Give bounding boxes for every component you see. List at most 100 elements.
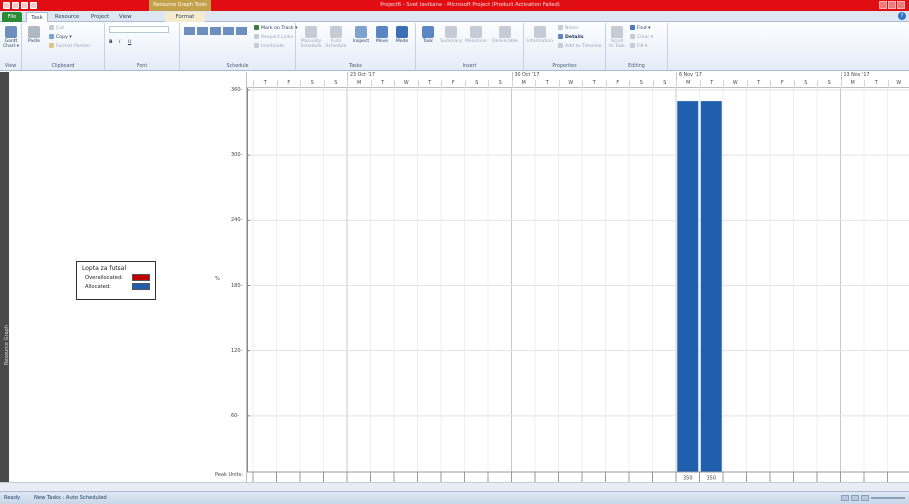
tab-format[interactable]: Format xyxy=(165,12,205,22)
minimize-button[interactable] xyxy=(879,1,887,9)
tab-resource[interactable]: Resource xyxy=(52,12,82,22)
zoom-slider[interactable] xyxy=(871,497,905,499)
clear-button[interactable]: Clear ▾ xyxy=(630,34,653,40)
timescale-day: F xyxy=(441,80,465,88)
fill-button[interactable]: Fill ▾ xyxy=(630,43,647,49)
view-bar[interactable]: Resource Graph xyxy=(0,72,10,482)
peak-units-row xyxy=(247,472,909,482)
bold-button[interactable]: B xyxy=(109,40,113,45)
copy-button[interactable]: Copy ▾ xyxy=(49,34,72,40)
timescale-day: W xyxy=(558,80,583,88)
group-editing: Scroll to Task Find ▾ Clear ▾ Fill ▾ Edi… xyxy=(606,23,668,70)
notes-icon xyxy=(558,25,563,30)
manually-schedule-button[interactable]: Manually Schedule xyxy=(298,26,324,49)
new-tasks-mode[interactable]: New Tasks : Auto Scheduled xyxy=(34,495,107,501)
context-tab-label: Resource Graph Tools xyxy=(149,0,211,11)
tab-project[interactable]: Project xyxy=(88,12,112,22)
group-view: Gantt Chart ▾ View xyxy=(0,23,22,70)
timescale-day: M xyxy=(840,80,865,88)
mode-icon xyxy=(396,26,408,38)
gantt-chart-button[interactable]: Gantt Chart ▾ xyxy=(2,26,20,49)
timescale-day: F xyxy=(605,80,630,88)
tab-task[interactable]: Task xyxy=(26,12,48,22)
timescale-day: S xyxy=(817,80,841,88)
brush-icon xyxy=(49,43,54,48)
legend: Lopta za futsal Overallocated: Allocated… xyxy=(76,261,156,300)
help-icon[interactable]: ? xyxy=(898,12,906,20)
legend-row-allocated: Allocated: xyxy=(82,283,150,290)
percent-complete-icons[interactable] xyxy=(184,27,248,35)
app-icon[interactable] xyxy=(3,2,10,9)
format-painter-button[interactable]: Format Painter xyxy=(49,43,90,49)
group-insert: Task Summary Milestone Deliverable Inser… xyxy=(416,23,524,70)
paste-button[interactable]: Paste xyxy=(25,26,43,44)
summary-button[interactable]: Summary xyxy=(440,26,462,44)
auto-schedule-button[interactable]: Auto Schedule xyxy=(324,26,348,49)
scroll-to-task-button[interactable]: Scroll to Task xyxy=(608,26,626,49)
cut-button[interactable]: Cut xyxy=(49,25,64,31)
timescale-week: 6 Nov '17 xyxy=(676,72,841,80)
deliverable-icon xyxy=(499,26,511,38)
inactivate-button[interactable]: Inactivate xyxy=(254,43,284,49)
timescale-day: F xyxy=(276,80,301,88)
milestone-button[interactable]: Milestone xyxy=(464,26,488,44)
timescale-day: S xyxy=(793,80,818,88)
underline-button[interactable]: U xyxy=(128,40,131,45)
timescale-week: 30 Oct '17 xyxy=(511,72,677,80)
add-to-timeline-button[interactable]: Add to Timeline xyxy=(558,43,602,49)
font-name-dropdown[interactable] xyxy=(109,26,169,33)
timescale-day: T xyxy=(253,80,277,88)
title-bar: Resource Graph Tools Project6 - Svet tav… xyxy=(0,0,909,11)
timescale-day: W xyxy=(723,80,747,88)
legend-pane: Lopta za futsal Overallocated: Allocated… xyxy=(9,72,247,482)
group-tasks: Manually Schedule Auto Schedule Inspect … xyxy=(296,23,416,70)
team-planner-icon[interactable] xyxy=(861,495,869,501)
fill-icon xyxy=(630,43,635,48)
move-icon xyxy=(376,26,388,38)
quick-access-toolbar[interactable] xyxy=(3,1,37,10)
redo-icon[interactable] xyxy=(30,2,37,9)
timescale-day: M xyxy=(676,80,700,88)
undo-icon[interactable] xyxy=(21,2,28,9)
timescale-day: T xyxy=(746,80,771,88)
insert-task-button[interactable]: Task xyxy=(419,26,437,44)
overallocated-swatch xyxy=(132,274,150,281)
close-button[interactable] xyxy=(897,1,905,9)
status-bar: Ready New Tasks : Auto Scheduled xyxy=(0,491,909,504)
timescale-day: T xyxy=(417,80,442,88)
timescale-day: W xyxy=(887,80,909,88)
mode-button[interactable]: Mode xyxy=(393,26,411,44)
mark-on-track-button[interactable]: Mark on Track ▾ xyxy=(254,25,298,31)
timescale-day: S xyxy=(464,80,489,88)
inspect-button[interactable]: Inspect xyxy=(352,26,370,44)
deliverable-button[interactable]: Deliverable xyxy=(490,26,520,44)
task-usage-icon[interactable] xyxy=(851,495,859,501)
timeline-icon xyxy=(558,43,563,48)
group-font: B I U Font xyxy=(105,23,180,70)
information-button[interactable]: Information xyxy=(526,26,554,44)
maximize-button[interactable] xyxy=(888,1,896,9)
summary-icon xyxy=(445,26,457,38)
timescale-day: S xyxy=(323,80,348,88)
peak-units-value: 350 xyxy=(706,476,716,482)
gantt-view-icon[interactable] xyxy=(841,495,849,501)
find-button[interactable]: Find ▾ xyxy=(630,25,650,31)
move-button[interactable]: Move xyxy=(373,26,391,44)
resource-graph-chart[interactable]: 350 350 xyxy=(247,88,909,482)
timescale-day: F xyxy=(770,80,794,88)
notes-button[interactable]: Notes xyxy=(558,25,579,31)
tab-view[interactable]: View xyxy=(116,12,135,22)
timescale[interactable]: 23 Oct '17 30 Oct '17 6 Nov '17 13 Nov '17 T… xyxy=(247,72,909,88)
pin-icon xyxy=(305,26,317,38)
details-button[interactable]: Details xyxy=(558,34,583,40)
italic-button[interactable]: I xyxy=(119,40,120,45)
y-tick-label: 240- xyxy=(231,217,243,224)
respect-links-button[interactable]: Respect Links xyxy=(254,34,293,40)
tab-file[interactable]: File xyxy=(2,12,22,22)
mark-on-track-icon xyxy=(254,25,259,30)
task-icon xyxy=(422,26,434,38)
paste-icon xyxy=(28,26,40,38)
horizontal-scrollbar[interactable] xyxy=(0,482,909,491)
group-schedule: Mark on Track ▾ Respect Links Inactivate… xyxy=(180,23,298,70)
save-icon[interactable] xyxy=(12,2,19,9)
